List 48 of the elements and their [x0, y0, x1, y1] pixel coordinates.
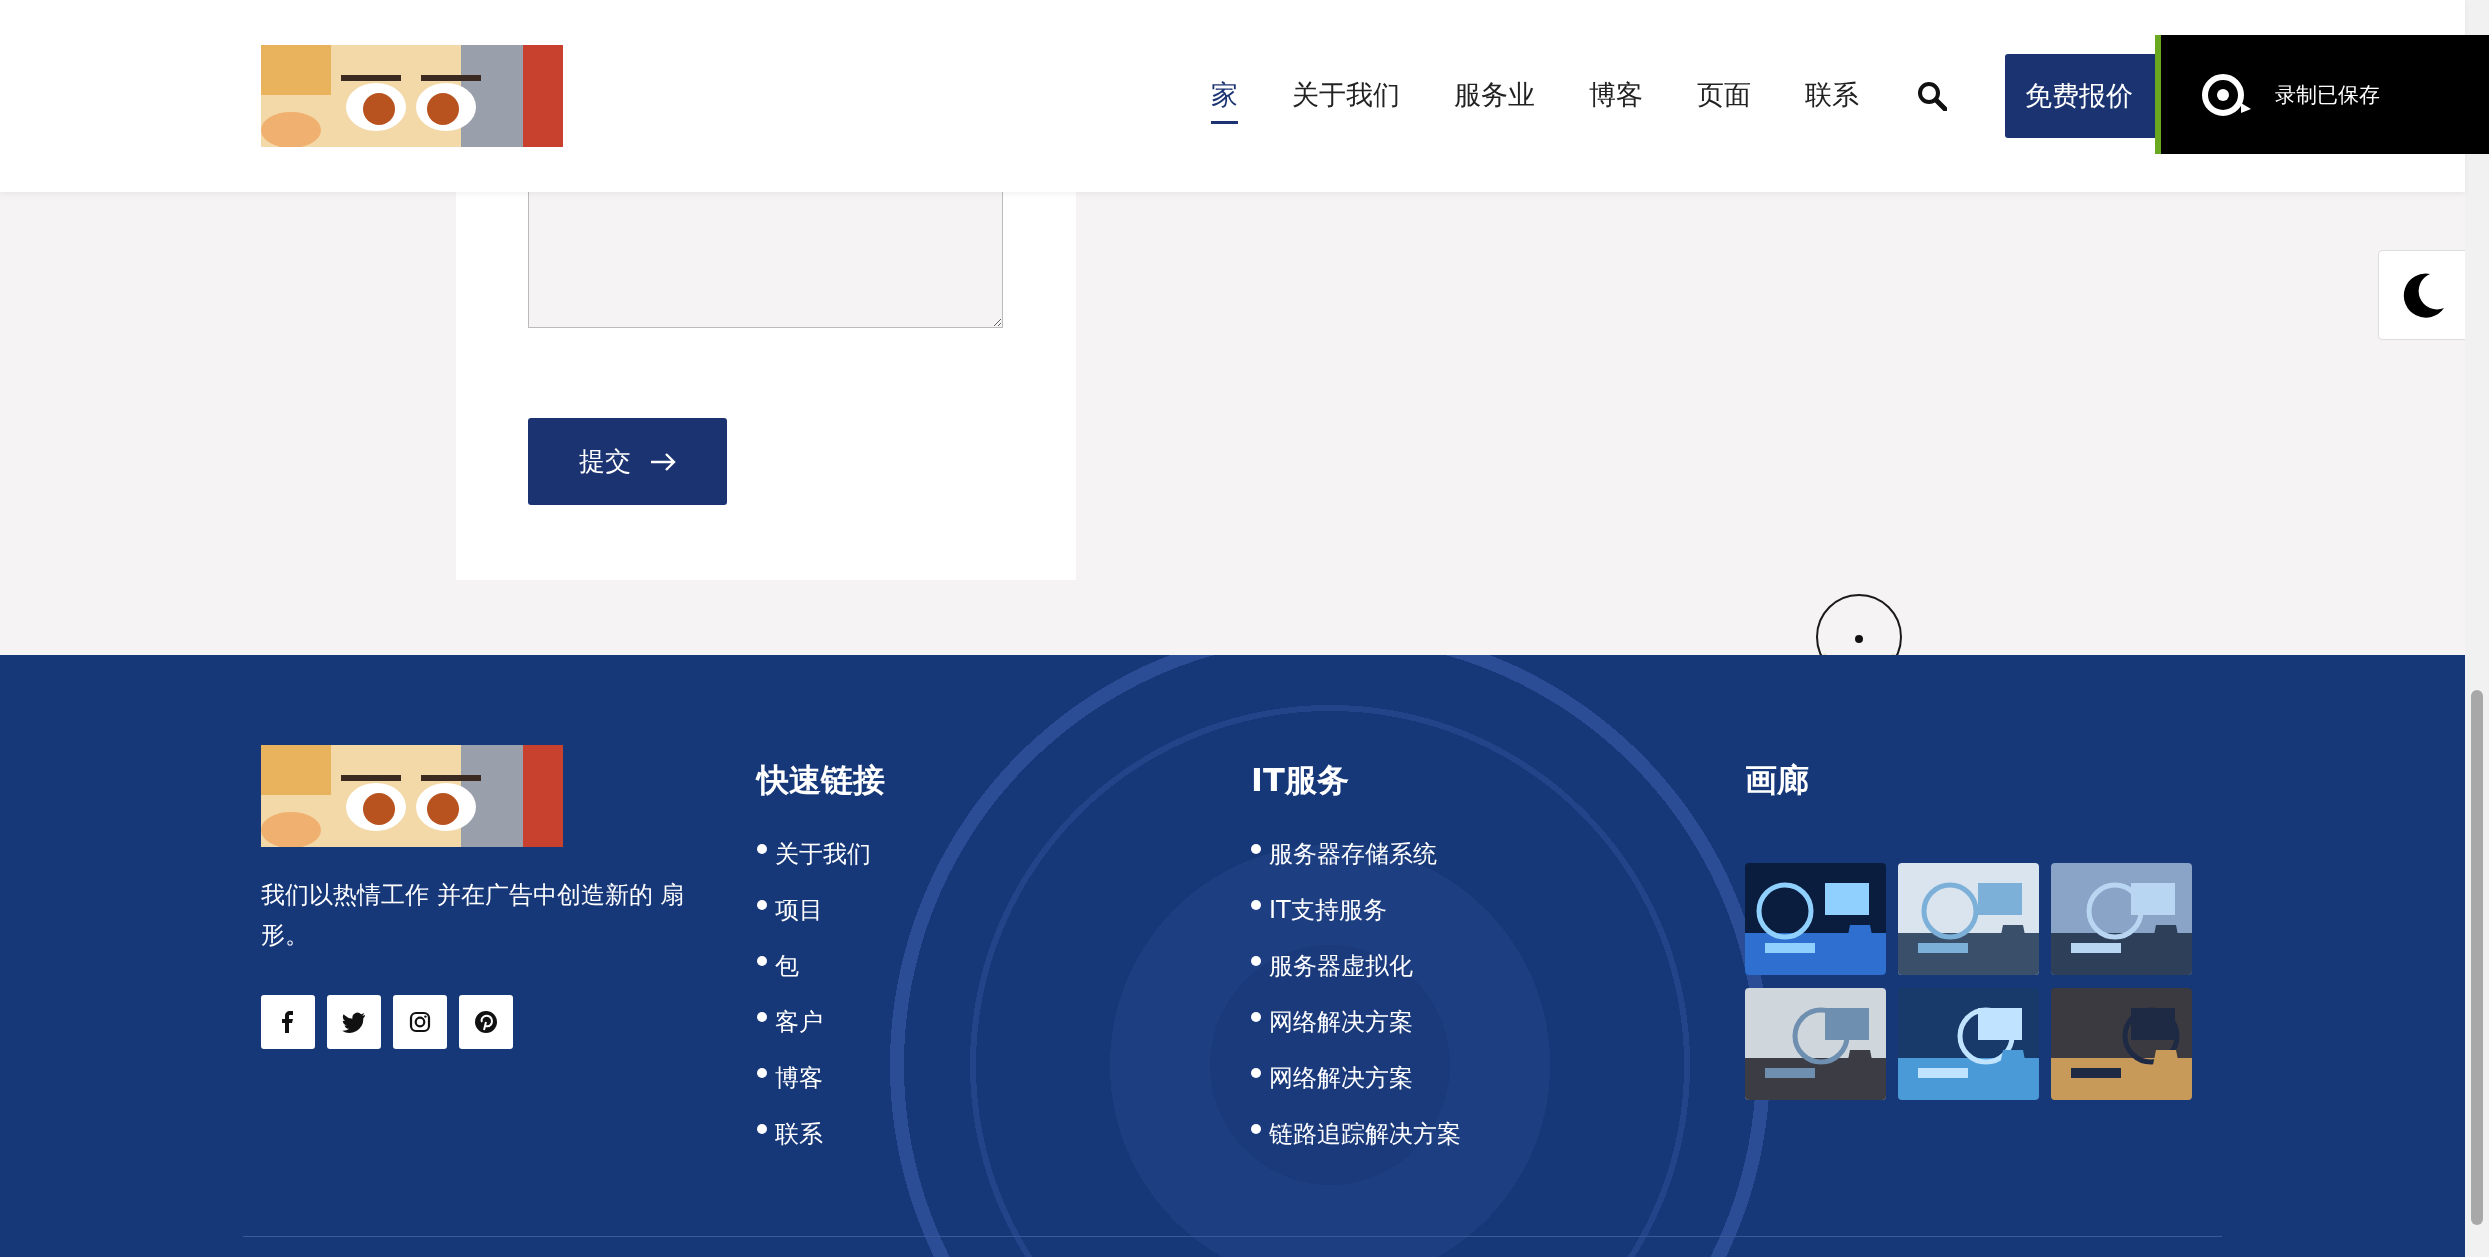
footer-link[interactable]: IT支持服务 [1269, 894, 1387, 926]
bullet-icon [1251, 1124, 1261, 1134]
about-text: 我们以热情工作 并在广告中创造新的 扇形。 [261, 880, 686, 951]
twitter-icon [342, 1010, 366, 1034]
footer-link[interactable]: 链路追踪解决方案 [1269, 1118, 1461, 1150]
message-field[interactable] [528, 192, 1003, 328]
toast-text: 录制已保存 [2275, 81, 2380, 109]
bullet-icon [757, 1124, 767, 1134]
nav-link[interactable]: 联系 [1805, 68, 1859, 124]
bullet-icon [1251, 900, 1261, 910]
footer-link[interactable]: 项目 [775, 894, 823, 926]
bullet-icon [757, 1068, 767, 1078]
scrollbar[interactable] [2465, 0, 2489, 1257]
social-button[interactable] [261, 995, 315, 1049]
instagram-icon [408, 1010, 432, 1034]
search-icon[interactable] [1917, 81, 1947, 111]
column-heading: 快速链接 [757, 760, 886, 801]
bullet-icon [757, 900, 767, 910]
nav-link[interactable]: 服务业 [1454, 68, 1535, 124]
footer-link[interactable]: 包 [775, 950, 799, 982]
nav-link[interactable]: 关于我们 [1292, 68, 1400, 124]
social-button[interactable] [393, 995, 447, 1049]
bullet-icon [757, 956, 767, 966]
social-button[interactable] [459, 995, 513, 1049]
column-heading: 画廊 [1745, 760, 1810, 801]
footer-link[interactable]: 联系 [775, 1118, 823, 1150]
footer-link[interactable]: 网络解决方案 [1269, 1062, 1413, 1094]
bullet-icon [757, 844, 767, 854]
social-button[interactable] [327, 995, 381, 1049]
footer-link[interactable]: 网络解决方案 [1269, 1006, 1413, 1038]
nav-link[interactable]: 家 [1211, 68, 1238, 124]
bullet-icon [1251, 956, 1261, 966]
nav-link[interactable]: 页面 [1697, 68, 1751, 124]
pinterest-icon [474, 1010, 498, 1034]
bullet-icon [1251, 1012, 1261, 1022]
bullet-icon [1251, 844, 1261, 854]
footer-link[interactable]: 服务器虚拟化 [1269, 950, 1413, 982]
bullet-icon [1251, 1068, 1261, 1078]
footer-link[interactable]: 关于我们 [775, 838, 871, 870]
footer-link[interactable]: 客户 [775, 1006, 823, 1038]
footer-link[interactable]: 服务器存储系统 [1269, 838, 1437, 870]
bullet-icon [757, 1012, 767, 1022]
submit-button[interactable]: 提交 [528, 418, 727, 505]
column-heading: IT服务 [1251, 760, 1350, 801]
footer-link[interactable]: 博客 [775, 1062, 823, 1094]
dark-mode-button[interactable] [2378, 250, 2468, 340]
arrow-icon [648, 451, 677, 472]
nav-link[interactable]: 博客 [1589, 68, 1643, 124]
